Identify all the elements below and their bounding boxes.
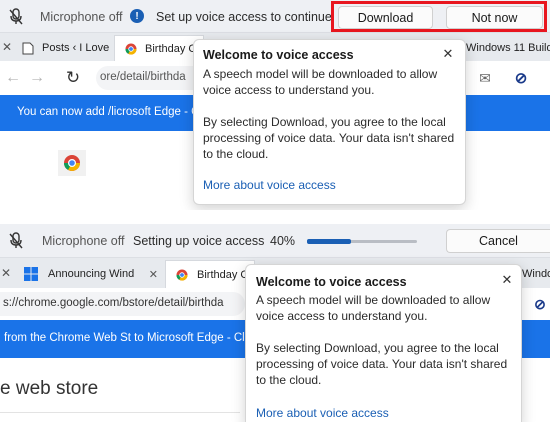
tab-label: Windows 11 Build <box>466 42 550 54</box>
progress-fill <box>307 239 351 244</box>
download-button[interactable]: Download <box>338 6 433 29</box>
url-field[interactable]: s://chrome.google.com/bstore/detail/birt… <box>0 292 245 316</box>
tab-windows-build[interactable]: Windows 11 Build <box>466 36 550 60</box>
bottom-section: Microphone off Setting up voice access 4… <box>0 224 550 422</box>
microphone-toggle[interactable] <box>2 227 30 255</box>
mic-status-text: Microphone off <box>42 234 125 248</box>
tab-announcing-windows[interactable]: Announcing Wind ✕ <box>24 262 162 286</box>
tab-label: Posts ‹ I Love <box>42 42 110 54</box>
more-about-link[interactable]: More about voice access <box>256 406 389 420</box>
tab-windows[interactable]: Windo <box>522 262 550 286</box>
not-now-button[interactable]: Not now <box>446 6 543 29</box>
tab-birthday[interactable]: Birthday C <box>114 35 204 61</box>
refresh-icon[interactable]: ↻ <box>62 67 84 89</box>
flyout-privacy-note: By selecting Download, you agree to the … <box>203 115 455 161</box>
flyout-title: Welcome to voice access <box>203 48 354 62</box>
page-icon <box>22 42 34 54</box>
back-icon[interactable]: ← <box>2 67 24 89</box>
chrome-web-store-icon <box>125 43 137 55</box>
url-field[interactable]: ore/detail/birthda <box>96 66 206 90</box>
flyout-description: A speech model will be downloaded to all… <box>203 67 438 97</box>
tab-label: Birthday C <box>197 268 249 281</box>
tab-posts[interactable]: Posts ‹ I Love <box>22 36 112 60</box>
mail-icon[interactable]: ✉ <box>474 67 496 89</box>
more-about-link[interactable]: More about voice access <box>203 178 336 192</box>
tab-label: Windo <box>522 268 550 280</box>
block-icon[interactable]: ⊘ <box>510 67 532 89</box>
flyout-close-button[interactable]: ✕ <box>496 270 518 290</box>
flyout-close-button[interactable]: ✕ <box>437 44 459 64</box>
flyout-privacy-note: By selecting Download, you agree to the … <box>256 341 508 387</box>
chrome-icon <box>64 155 80 171</box>
cancel-button[interactable]: Cancel <box>446 229 550 253</box>
info-icon: ! <box>130 9 144 23</box>
flyout-description: A speech model will be downloaded to all… <box>256 293 491 323</box>
microphone-off-icon <box>9 232 23 249</box>
tab-close-icon[interactable]: ✕ <box>0 265 12 281</box>
microphone-off-icon <box>9 7 23 24</box>
tab-close-icon[interactable]: ✕ <box>149 268 158 281</box>
forward-icon[interactable]: → <box>26 67 48 89</box>
microphone-toggle[interactable] <box>2 3 30 30</box>
page-heading: e web store <box>0 378 99 399</box>
block-icon[interactable]: ⊘ <box>530 294 550 314</box>
progress-track <box>307 239 417 244</box>
tab-label: Announcing Wind <box>48 268 135 280</box>
top-section: Microphone off ! Set up voice access to … <box>0 0 550 210</box>
voice-message: Setting up voice access <box>133 234 265 248</box>
tab-label: Birthday C <box>145 42 197 55</box>
mic-status-text: Microphone off <box>40 10 123 24</box>
progress-percent: 40% <box>270 234 296 248</box>
tab-close-icon[interactable]: ✕ <box>0 39 14 55</box>
section-divider <box>0 210 550 224</box>
chrome-web-store-icon <box>176 269 188 281</box>
voice-message: Set up voice access to continue <box>156 10 332 24</box>
heading-divider <box>0 412 240 413</box>
tab-birthday[interactable]: Birthday C <box>165 260 255 288</box>
chrome-logo <box>58 150 86 176</box>
flyout-title: Welcome to voice access <box>256 275 407 289</box>
windows-logo-icon <box>24 267 38 281</box>
